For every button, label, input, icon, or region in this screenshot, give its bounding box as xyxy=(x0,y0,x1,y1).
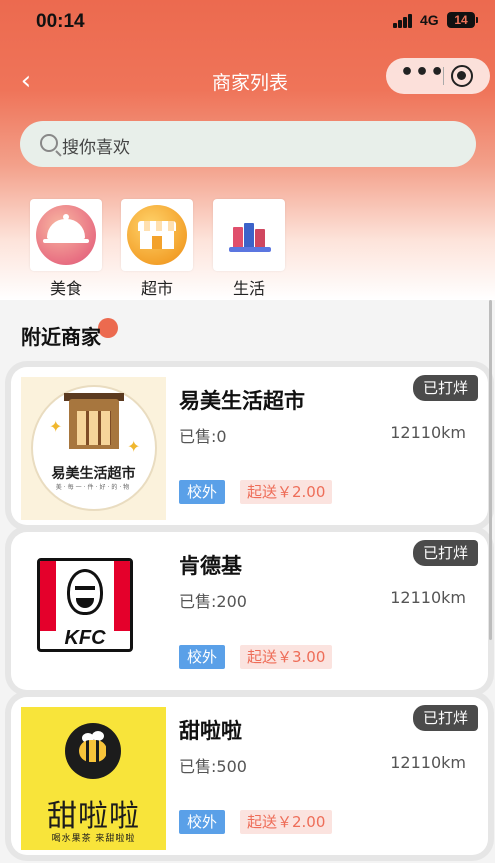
kfc-logo: KFC xyxy=(37,558,133,652)
closed-badge: 已打烊 xyxy=(412,375,478,401)
food-cloche-icon xyxy=(30,199,102,271)
bee-icon xyxy=(65,723,121,779)
battery-icon: 14 xyxy=(447,12,478,28)
min-delivery-tag: 起送￥3.00 xyxy=(240,645,333,669)
merchant-card[interactable]: ✦ ✦ 易美生活超市 美·每一·件·好·的·物 易美生活超市 已售:0 1211… xyxy=(11,367,488,525)
category-life[interactable]: 生活 xyxy=(213,199,285,299)
campus-tag: 校外 xyxy=(179,810,226,834)
search-input[interactable]: 搜你喜欢 xyxy=(20,121,476,167)
mini-program-capsule: ••• xyxy=(386,58,490,94)
page-title: 商家列表 xyxy=(211,72,288,94)
campus-tag: 校外 xyxy=(179,645,226,669)
category-label: 超市 xyxy=(140,279,173,298)
logo-subtext: 喝水果茶 来甜啦啦 xyxy=(51,834,136,844)
capsule-divider xyxy=(443,67,444,85)
category-food[interactable]: 美食 xyxy=(30,199,102,299)
section-title: 附近商家 xyxy=(21,325,101,349)
category-label: 生活 xyxy=(232,279,265,298)
search-icon xyxy=(40,134,58,152)
logo-subtext: 美·每一·件·好·的·物 xyxy=(55,484,132,491)
merchant-name: 肯德基 xyxy=(179,554,242,578)
logo-text: 甜啦啦 xyxy=(47,799,140,834)
status-time: 00:14 xyxy=(36,11,85,32)
signal-icon xyxy=(393,14,415,28)
supermarket-icon xyxy=(121,199,193,271)
more-icon[interactable]: ••• xyxy=(400,58,444,94)
merchant-distance: 12110km xyxy=(390,423,466,442)
status-bar: 00:14 4G 14 xyxy=(0,0,495,44)
star-icon: ✦ xyxy=(127,437,141,456)
network-type: 4G xyxy=(420,12,439,28)
merchant-card[interactable]: KFC 肯德基 已售:200 12110km 已打烊 校外 起送￥3.00 xyxy=(11,532,488,690)
section-title-dot xyxy=(98,318,118,338)
back-button[interactable]: ‹ xyxy=(14,66,38,96)
closed-badge: 已打烊 xyxy=(412,540,478,566)
min-delivery-tag: 起送￥2.00 xyxy=(240,810,333,834)
closed-badge: 已打烊 xyxy=(412,705,478,731)
merchant-name: 甜啦啦 xyxy=(179,719,242,743)
close-icon[interactable] xyxy=(451,65,473,87)
campus-tag: 校外 xyxy=(179,480,226,504)
books-icon xyxy=(213,199,285,271)
merchant-logo: 甜啦啦 喝水果茶 来甜啦啦 xyxy=(21,707,166,850)
merchant-name: 易美生活超市 xyxy=(179,389,305,413)
merchant-sold: 已售:0 xyxy=(179,427,227,446)
merchant-logo: KFC xyxy=(21,542,166,685)
merchant-card[interactable]: 甜啦啦 喝水果茶 来甜啦啦 甜啦啦 已售:500 12110km 已打烊 校外 … xyxy=(11,697,488,855)
search-placeholder: 搜你喜欢 xyxy=(62,138,130,158)
category-label: 美食 xyxy=(49,279,82,298)
merchant-distance: 12110km xyxy=(390,753,466,772)
merchant-sold: 已售:500 xyxy=(179,757,247,776)
min-delivery-tag: 起送￥2.00 xyxy=(240,480,333,504)
scrollbar[interactable] xyxy=(489,300,492,640)
merchant-sold: 已售:200 xyxy=(179,592,247,611)
star-icon: ✦ xyxy=(49,417,63,436)
merchant-logo: ✦ ✦ 易美生活超市 美·每一·件·好·的·物 xyxy=(21,377,166,520)
logo-text: 易美生活超市 xyxy=(51,466,136,482)
logo-text: KFC xyxy=(64,627,106,649)
merchant-distance: 12110km xyxy=(390,588,466,607)
category-supermarket[interactable]: 超市 xyxy=(121,199,193,299)
